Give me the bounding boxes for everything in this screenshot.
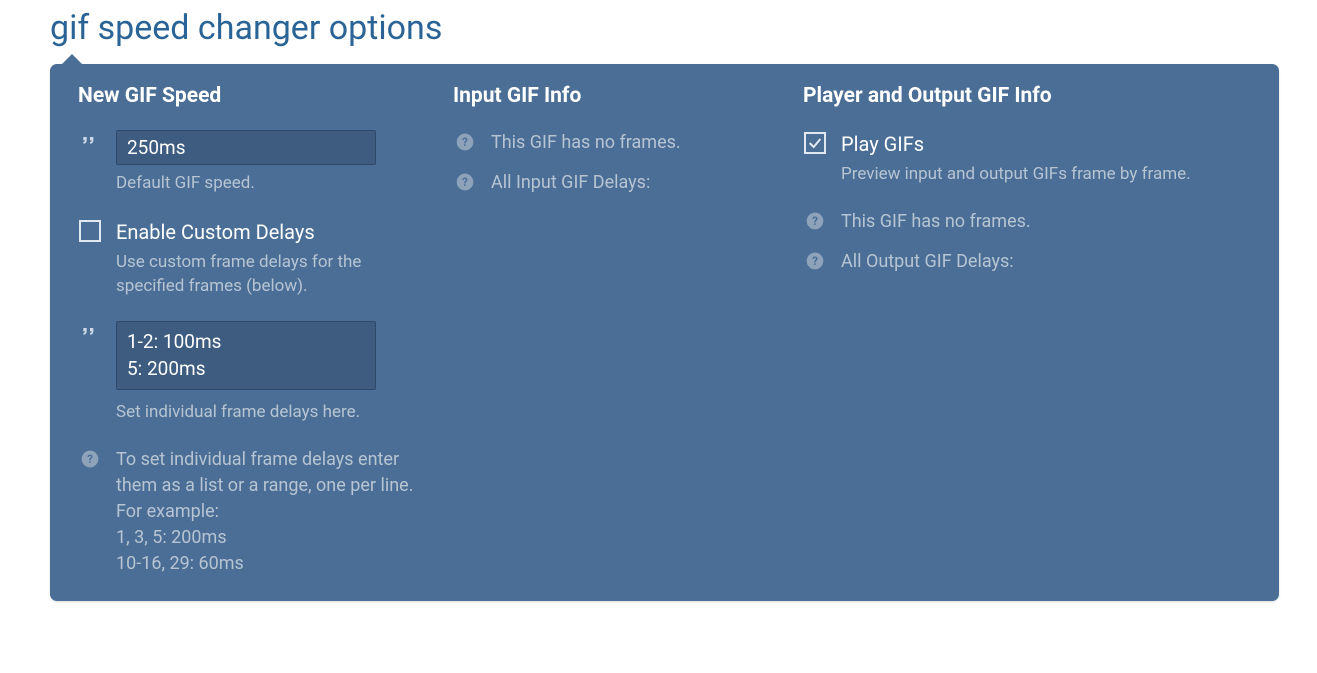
svg-text:?: ? — [462, 135, 468, 149]
output-all-delays-text: All Output GIF Delays: — [841, 249, 1251, 275]
col-heading-player: Player and Output GIF Info — [803, 84, 1251, 108]
enable-custom-delays-label[interactable]: Enable Custom Delays — [116, 220, 423, 244]
page-title: gif speed changer options — [50, 0, 1279, 50]
column-input-gif-info: Input GIF Info ? This GIF has no frames. — [453, 84, 773, 577]
column-new-gif-speed: New GIF Speed Default GIF speed. — [78, 84, 423, 577]
play-gifs-label[interactable]: Play GIFs — [841, 132, 1251, 156]
help-icon[interactable]: ? — [805, 211, 825, 231]
svg-text:?: ? — [87, 452, 93, 466]
default-speed-hint: Default GIF speed. — [116, 171, 423, 196]
svg-text:?: ? — [812, 254, 818, 268]
help-icon[interactable]: ? — [805, 251, 825, 271]
help-icon[interactable]: ? — [80, 449, 100, 469]
default-speed-input[interactable] — [116, 130, 376, 165]
output-no-frames-text: This GIF has no frames. — [841, 209, 1251, 235]
enable-custom-delays-hint: Use custom frame delays for the specifie… — [116, 250, 423, 299]
panel-arrow — [62, 54, 82, 64]
play-gifs-checkbox[interactable] — [804, 132, 826, 154]
play-gifs-hint: Preview input and output GIFs frame by f… — [841, 162, 1251, 187]
custom-delays-textarea[interactable] — [116, 321, 376, 390]
help-icon[interactable]: ? — [455, 172, 475, 192]
input-all-delays-text: All Input GIF Delays: — [491, 170, 773, 196]
svg-text:?: ? — [462, 175, 468, 189]
col-heading-speed: New GIF Speed — [78, 84, 423, 108]
quote-icon — [80, 323, 100, 347]
help-icon[interactable]: ? — [455, 132, 475, 152]
quote-icon — [80, 132, 100, 156]
custom-delays-help-text: To set individual frame delays enter the… — [116, 447, 423, 577]
column-player-output-info: Player and Output GIF Info Play GIFs Pre… — [803, 84, 1251, 577]
col-heading-input: Input GIF Info — [453, 84, 773, 108]
enable-custom-delays-checkbox[interactable] — [79, 220, 101, 242]
svg-text:?: ? — [812, 214, 818, 228]
options-panel: New GIF Speed Default GIF speed. — [50, 64, 1279, 601]
input-no-frames-text: This GIF has no frames. — [491, 130, 773, 156]
custom-delays-hint: Set individual frame delays here. — [116, 400, 423, 425]
